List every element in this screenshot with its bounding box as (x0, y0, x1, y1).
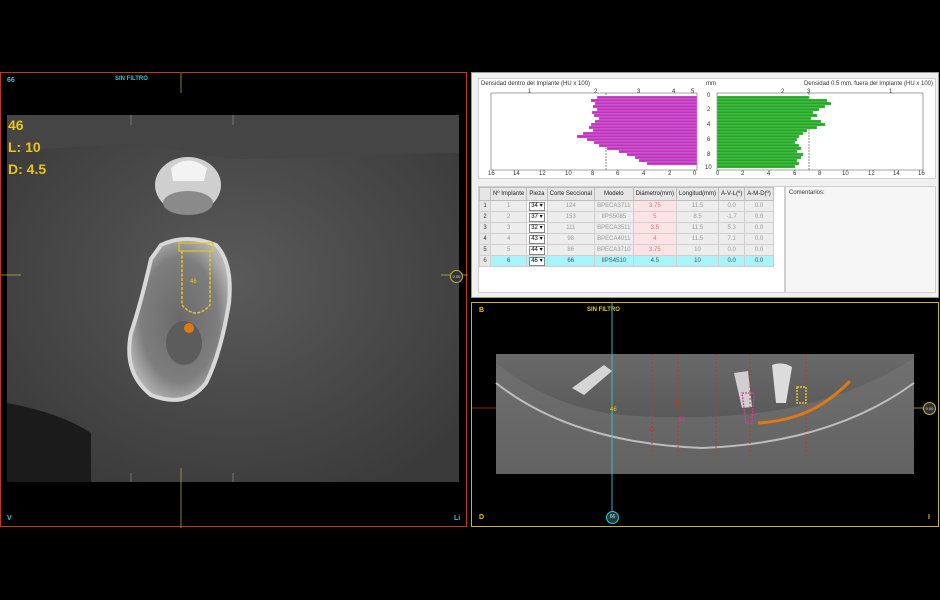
slice-handle-bottom[interactable]: 66 (606, 511, 619, 524)
table-row[interactable]: 4 4 43 ▾ 98 BPECA4011 4 11.5 7.1 0.0 (479, 233, 774, 245)
depth-tick: 8 (707, 152, 711, 158)
table-row[interactable]: 2 2 37 ▾ 153 IIPS5085 5 8.5 -1.7 0.0 (479, 211, 774, 223)
implant-tag-43: 43 (678, 417, 685, 423)
right-bottom-tick: 8 (818, 171, 822, 177)
orientation-right: Li (454, 515, 461, 522)
col-header[interactable]: Corte Seccional (546, 187, 595, 201)
left-bottom-tick: 16 (488, 171, 495, 177)
table-row[interactable]: 5 5 44 ▾ 86 BPECA3710 3.75 10 0.0 0.0 (479, 244, 774, 256)
pieza-select[interactable]: 43 ▾ (529, 234, 545, 244)
left-top-tick: 2 (594, 89, 598, 95)
pieza-select[interactable]: 37 ▾ (529, 212, 545, 222)
panoramic-view[interactable]: B SIN FILTRO 46 43 0.00 66 D I (471, 302, 939, 527)
right-top-tick: 2 (781, 89, 785, 95)
left-bottom-tick: 2 (668, 171, 672, 177)
orientation-left: D (479, 514, 485, 521)
left-bottom-tick: 12 (539, 171, 546, 177)
left-top-tick: 5 (691, 89, 695, 95)
left-top-tick: 4 (672, 89, 676, 95)
pieza-select[interactable]: 46 ▾ (529, 256, 545, 266)
cross-section-view[interactable]: 66 SIN FILTRO 46 L: 10 D: 4.5 46 0.00 V … (0, 72, 468, 528)
pieza-select[interactable]: 44 ▾ (529, 245, 545, 255)
comments-area[interactable]: Comentarios: (785, 186, 936, 293)
implants-table: Nº Implante Pieza Corte Seccional Modelo… (479, 187, 774, 267)
nerve-canal-marker (184, 323, 194, 333)
right-bottom-tick: 12 (868, 171, 875, 177)
left-bottom-tick: 6 (616, 171, 620, 177)
table-row-selected[interactable]: 6 6 46 ▾ 66 IIPS4510 4.5 10 0.0 0.0 (479, 255, 774, 267)
implant-info-panel: Densidad dentro del Implante (HU x 100) … (471, 72, 939, 298)
right-bottom-tick: 0 (716, 171, 720, 177)
left-bottom-tick: 0 (693, 171, 697, 177)
right-bottom-tick: 10 (842, 171, 849, 177)
left-bottom-tick: 10 (565, 171, 572, 177)
navigation-handle-right[interactable]: 0.00 (923, 402, 936, 415)
col-header[interactable]: Pieza (526, 187, 548, 201)
right-top-tick: 3 (807, 89, 811, 95)
left-top-tick: 3 (637, 89, 641, 95)
depth-tick: 0 (707, 93, 711, 99)
left-top-tick: 1 (528, 89, 532, 95)
right-bottom-tick: 4 (767, 171, 771, 177)
right-bottom-tick: 14 (893, 171, 900, 177)
navigation-handle[interactable]: 0.00 (450, 270, 463, 283)
col-header[interactable]: Diámetro(mm) (632, 187, 678, 201)
ct-image (1, 73, 468, 528)
orientation-left: V (7, 515, 12, 522)
col-header[interactable]: Modelo (593, 187, 634, 201)
comments-label: Comentarios: (789, 190, 825, 196)
right-bottom-tick: 16 (918, 171, 925, 177)
right-bottom-tick: 2 (741, 171, 745, 177)
left-bottom-tick: 8 (591, 171, 595, 177)
density-charts: Densidad dentro del Implante (HU x 100) … (478, 78, 936, 179)
tooth-number: 46 (8, 117, 24, 133)
table-row[interactable]: 3 3 32 ▾ 111 BPECA3511 3.5 11.5 5.3 0.0 (479, 222, 774, 234)
panoramic-image (472, 303, 932, 518)
depth-tick: 6 (707, 137, 711, 143)
pieza-select[interactable]: 32 ▾ (529, 223, 545, 233)
depth-tick: 4 (707, 122, 711, 128)
depth-tick: 10 (705, 165, 712, 171)
col-header[interactable]: A-M-D(º) (744, 187, 774, 201)
pieza-select[interactable]: 34 ▾ (529, 201, 545, 211)
implant-diameter: D: 4.5 (8, 161, 47, 177)
implant-length: L: 10 (8, 139, 41, 155)
implant-tag-46: 46 (610, 407, 617, 413)
depth-tick: 2 (707, 107, 711, 113)
col-header[interactable]: Longitud(mm) (675, 187, 720, 201)
col-header[interactable]: Nº Implante (489, 187, 528, 201)
implant-tag: 46 (190, 279, 197, 285)
col-header[interactable]: A-V-L(º) (718, 187, 746, 201)
orientation-right: I (928, 514, 930, 521)
left-bottom-tick: 14 (513, 171, 520, 177)
right-top-tick: 1 (889, 89, 893, 95)
table-row[interactable]: 1 1 34 ▾ 124 BPECA3711 3.75 11.5 0.0 0.0 (479, 200, 774, 212)
left-bottom-tick: 4 (642, 171, 646, 177)
right-bottom-tick: 6 (793, 171, 797, 177)
implants-table-container: Nº Implante Pieza Corte Seccional Modelo… (478, 186, 785, 293)
